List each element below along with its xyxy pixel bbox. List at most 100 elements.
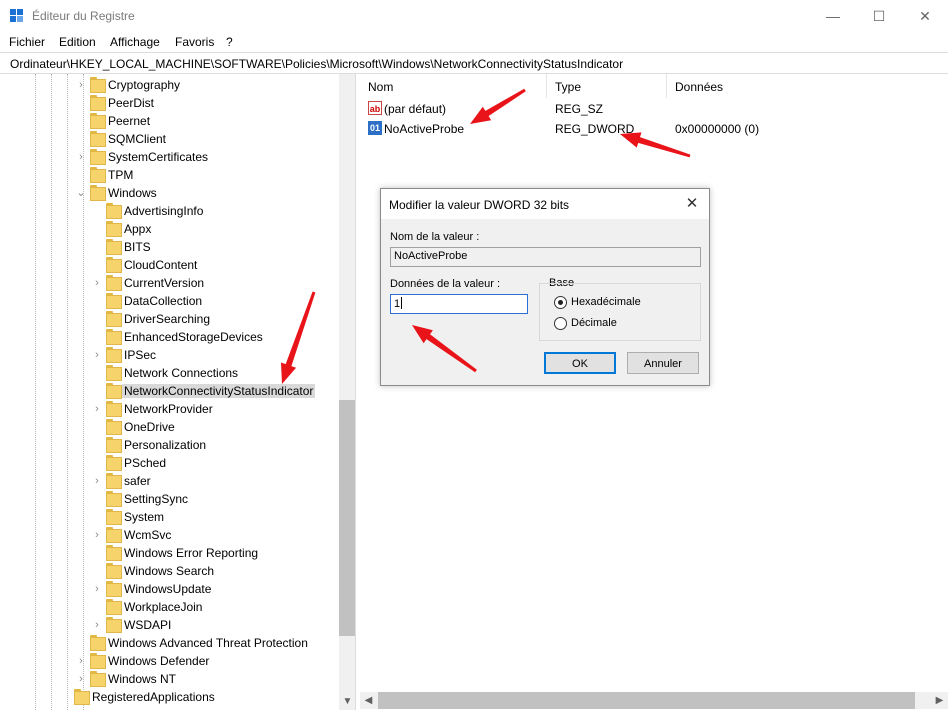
chevron-right-icon[interactable]: › — [76, 655, 86, 667]
tree-node-label: EnhancedStorageDevices — [124, 330, 263, 344]
chevron-right-icon[interactable]: › — [76, 151, 86, 163]
tree-node[interactable]: Windows Search — [92, 562, 339, 580]
scroll-right-icon[interactable]: ▶ — [931, 692, 948, 709]
radio-decimal[interactable]: Décimale — [554, 316, 674, 332]
tree-node[interactable]: RegisteredApplications — [60, 688, 339, 706]
ok-button[interactable]: OK — [544, 352, 616, 374]
column-header-data[interactable]: Données — [667, 74, 948, 98]
folder-icon — [90, 113, 106, 129]
tree-node[interactable]: NetworkConnectivityStatusIndicator — [92, 382, 339, 400]
tree-node[interactable]: › Cryptography — [76, 76, 339, 94]
chevron-right-icon[interactable]: › — [92, 619, 102, 631]
tree-node[interactable]: ⌄ Windows — [76, 184, 339, 202]
close-button[interactable]: ✕ — [902, 0, 948, 32]
values-scroll-thumb[interactable] — [378, 692, 915, 709]
value-row[interactable]: 01 NoActiveProbe REG_DWORD 0x00000000 (0… — [360, 119, 948, 139]
tree-node[interactable]: Windows Advanced Threat Protection — [76, 634, 339, 652]
tree-node[interactable]: › WSDAPI — [92, 616, 339, 634]
folder-icon — [90, 635, 106, 651]
maximize-button[interactable]: ☐ — [856, 0, 902, 32]
value-data-input[interactable]: 1 — [390, 294, 528, 314]
values-list[interactable]: Nom Type Données ab (par défaut) REG_SZ … — [360, 74, 948, 710]
menu-help[interactable]: ? — [226, 35, 233, 49]
tree-guide-line — [67, 74, 68, 710]
dialog-title: Modifier la valeur DWORD 32 bits — [389, 198, 570, 212]
tree-node[interactable]: Peernet — [76, 112, 339, 130]
folder-icon — [106, 437, 122, 453]
menu-fichier[interactable]: Fichier — [9, 35, 45, 49]
tree-scroll-thumb[interactable] — [339, 400, 355, 636]
tree-node[interactable]: › IPSec — [92, 346, 339, 364]
edit-dword-dialog[interactable]: Modifier la valeur DWORD 32 bits ✕ Nom d… — [380, 188, 710, 386]
values-horizontal-scrollbar[interactable]: ◀ ▶ — [360, 692, 948, 709]
tree-node[interactable]: › CurrentVersion — [92, 274, 339, 292]
tree-node[interactable]: › safer — [92, 472, 339, 490]
chevron-right-icon[interactable]: › — [92, 403, 102, 415]
menu-bar: Fichier Edition Affichage Favoris ? — [0, 32, 948, 52]
tree-node[interactable]: SettingSync — [92, 490, 339, 508]
chevron-right-icon[interactable]: › — [76, 673, 86, 685]
tree-node[interactable]: › WindowsUpdate — [92, 580, 339, 598]
tree-node[interactable]: › WcmSvc — [92, 526, 339, 544]
tree-node[interactable]: CloudContent — [92, 256, 339, 274]
radio-hexadecimal[interactable]: Hexadécimale — [554, 295, 674, 311]
value-row[interactable]: ab (par défaut) REG_SZ — [360, 99, 948, 119]
chevron-down-icon[interactable]: ⌄ — [76, 187, 86, 199]
folder-icon — [106, 617, 122, 633]
address-bar[interactable]: Ordinateur\HKEY_LOCAL_MACHINE\SOFTWARE\P… — [0, 52, 948, 74]
scroll-down-icon[interactable]: ▼ — [339, 693, 355, 710]
tree-node[interactable]: SQMClient — [76, 130, 339, 148]
menu-affichage[interactable]: Affichage — [110, 35, 160, 49]
menu-favoris[interactable]: Favoris — [175, 35, 214, 49]
dialog-close-icon[interactable]: ✕ — [683, 195, 701, 213]
tree-vertical-scrollbar[interactable]: ▼ — [339, 74, 355, 710]
tree-guide-line — [51, 74, 52, 710]
address-path[interactable]: Ordinateur\HKEY_LOCAL_MACHINE\SOFTWARE\P… — [10, 57, 623, 71]
tree-node[interactable]: Windows Error Reporting — [92, 544, 339, 562]
folder-icon — [106, 293, 122, 309]
chevron-right-icon[interactable]: › — [92, 583, 102, 595]
value-name-field: NoActiveProbe — [390, 247, 701, 267]
tree-node[interactable]: OneDrive — [92, 418, 339, 436]
column-header-type[interactable]: Type — [547, 74, 667, 98]
tree-node[interactable]: AdvertisingInfo — [92, 202, 339, 220]
folder-icon — [106, 383, 122, 399]
value-type: REG_DWORD — [555, 122, 635, 136]
chevron-right-icon[interactable]: › — [92, 349, 102, 361]
tree-node[interactable]: › NetworkProvider — [92, 400, 339, 418]
folder-icon — [106, 239, 122, 255]
scroll-left-icon[interactable]: ◀ — [360, 692, 377, 709]
menu-edition[interactable]: Edition — [59, 35, 96, 49]
tree-node[interactable]: PeerDist — [76, 94, 339, 112]
chevron-right-icon[interactable]: › — [92, 277, 102, 289]
folder-icon — [106, 329, 122, 345]
tree-node[interactable]: Network Connections — [92, 364, 339, 382]
tree-node[interactable]: TPM — [76, 166, 339, 184]
column-header-name[interactable]: Nom — [360, 74, 547, 98]
tree-node[interactable]: DriverSearching — [92, 310, 339, 328]
radio-selected-icon — [554, 296, 567, 309]
tree-node[interactable]: WorkplaceJoin — [92, 598, 339, 616]
tree-node[interactable]: Personalization — [92, 436, 339, 454]
chevron-right-icon[interactable]: › — [92, 475, 102, 487]
tree-node[interactable]: EnhancedStorageDevices — [92, 328, 339, 346]
tree-node-label: WSDAPI — [124, 618, 172, 632]
tree-node[interactable]: System — [92, 508, 339, 526]
minimize-button[interactable]: — — [810, 0, 856, 32]
tree-node-label: WindowsUpdate — [124, 582, 212, 596]
tree-node[interactable]: DataCollection — [92, 292, 339, 310]
tree-node[interactable]: › Windows Defender — [76, 652, 339, 670]
key-tree[interactable]: › Cryptography PeerDist Peernet SQMClient › Sy… — [0, 74, 356, 710]
tree-node-label: Windows Error Reporting — [124, 546, 259, 560]
tree-node[interactable]: PSched — [92, 454, 339, 472]
chevron-right-icon[interactable]: › — [76, 79, 86, 91]
tree-node-label: WcmSvc — [124, 528, 172, 542]
tree-node[interactable]: › SystemCertificates — [76, 148, 339, 166]
tree-node[interactable]: Appx — [92, 220, 339, 238]
tree-node-label: CloudContent — [124, 258, 198, 272]
title-bar: Éditeur du Registre — ☐ ✕ — [0, 0, 948, 32]
cancel-button[interactable]: Annuler — [627, 352, 699, 374]
tree-node[interactable]: › Windows NT — [76, 670, 339, 688]
chevron-right-icon[interactable]: › — [92, 529, 102, 541]
tree-node[interactable]: BITS — [92, 238, 339, 256]
